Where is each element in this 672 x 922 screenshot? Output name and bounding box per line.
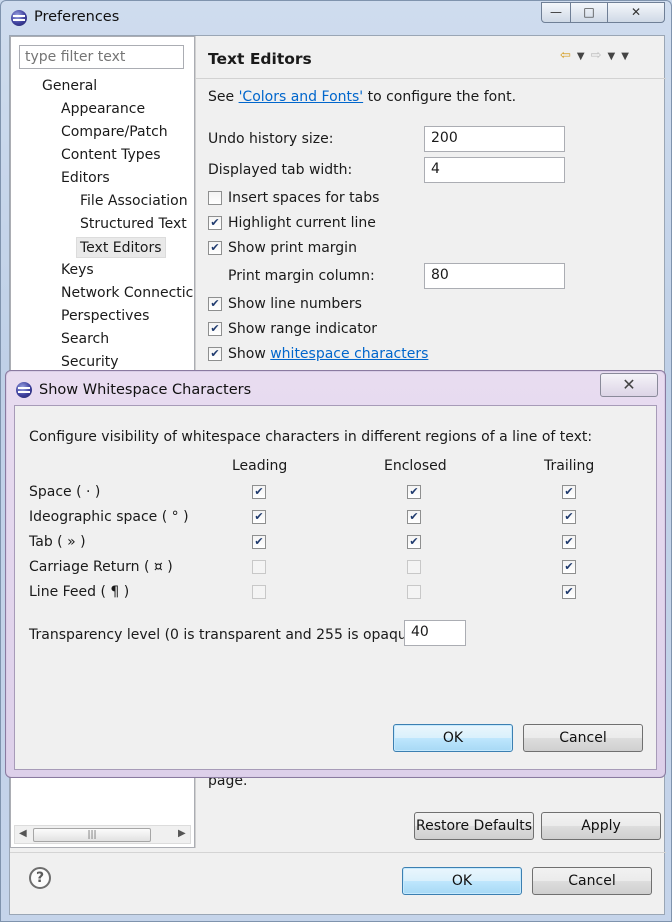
font-hint: See 'Colors and Fonts' to configure the … bbox=[208, 89, 516, 105]
highlight-line-checkbox[interactable]: ✔ bbox=[208, 216, 222, 230]
title-bar[interactable]: Preferences — □ ✕ bbox=[1, 1, 671, 35]
whitespace-characters-link[interactable]: whitespace characters bbox=[270, 346, 428, 362]
view-menu-icon[interactable]: ▼ bbox=[621, 51, 635, 62]
tree-item-search[interactable]: Search bbox=[61, 329, 109, 350]
row-label-ideographic-space: Ideographic space ( ° ) bbox=[29, 509, 189, 525]
space-enclosed-checkbox[interactable]: ✔ bbox=[407, 485, 421, 499]
tree-item-structured-text[interactable]: Structured Text bbox=[80, 214, 187, 235]
tab-trailing-checkbox[interactable]: ✔ bbox=[562, 535, 576, 549]
line-numbers-label: Show line numbers bbox=[228, 296, 362, 312]
tab-enclosed-checkbox[interactable]: ✔ bbox=[407, 535, 421, 549]
undo-history-input[interactable]: 200 bbox=[424, 126, 565, 152]
tree-item-compare-patch[interactable]: Compare/Patch bbox=[61, 122, 168, 143]
forward-arrow-icon[interactable]: ⇨ bbox=[591, 48, 608, 63]
ok-button[interactable]: OK bbox=[402, 867, 522, 895]
tree-item-editors[interactable]: Editors bbox=[61, 168, 110, 189]
insert-spaces-checkbox[interactable] bbox=[208, 191, 222, 205]
space-trailing-checkbox[interactable]: ✔ bbox=[562, 485, 576, 499]
cancel-button[interactable]: Cancel bbox=[532, 867, 652, 895]
print-margin-column-input[interactable]: 80 bbox=[424, 263, 565, 289]
tree-item-text-editors[interactable]: Text Editors bbox=[76, 237, 166, 258]
row-label-tab: Tab ( » ) bbox=[29, 534, 86, 550]
font-hint-prefix: See bbox=[208, 89, 239, 105]
restore-defaults-button[interactable]: Restore Defaults bbox=[414, 812, 534, 840]
footer-separator bbox=[10, 852, 666, 853]
ideographic-enclosed-checkbox[interactable]: ✔ bbox=[407, 510, 421, 524]
row-label-carriage-return: Carriage Return ( ¤ ) bbox=[29, 559, 173, 575]
range-indicator-label: Show range indicator bbox=[228, 321, 378, 337]
close-button[interactable]: ✕ bbox=[607, 2, 665, 23]
apply-button[interactable]: Apply bbox=[541, 812, 661, 840]
cr-trailing-checkbox[interactable]: ✔ bbox=[562, 560, 576, 574]
colors-and-fonts-link[interactable]: 'Colors and Fonts' bbox=[239, 89, 364, 105]
range-indicator-checkbox[interactable]: ✔ bbox=[208, 322, 222, 336]
column-header-trailing: Trailing bbox=[544, 458, 595, 474]
dialog-client: Configure visibility of whitespace chara… bbox=[14, 405, 657, 770]
dialog-close-button[interactable]: ✕ bbox=[600, 373, 658, 397]
dialog-cancel-button[interactable]: Cancel bbox=[523, 724, 643, 752]
insert-spaces-label: Insert spaces for tabs bbox=[228, 190, 380, 206]
scroll-left-icon[interactable]: ◀ bbox=[19, 828, 27, 839]
print-margin-checkbox[interactable]: ✔ bbox=[208, 241, 222, 255]
transparency-label: Transparency level (0 is transparent and… bbox=[29, 627, 426, 643]
back-arrow-icon[interactable]: ⇦ bbox=[560, 48, 577, 63]
ideographic-trailing-checkbox[interactable]: ✔ bbox=[562, 510, 576, 524]
show-whitespace-label: Show whitespace characters bbox=[228, 346, 428, 362]
tree-item-file-association[interactable]: File Association bbox=[80, 191, 188, 212]
dialog-app-icon bbox=[16, 382, 32, 398]
dialog-title: Show Whitespace Characters bbox=[39, 382, 252, 398]
column-header-leading: Leading bbox=[232, 458, 288, 474]
lf-leading-checkbox[interactable] bbox=[252, 585, 266, 599]
lf-trailing-checkbox[interactable]: ✔ bbox=[562, 585, 576, 599]
tree-item-network-connections[interactable]: Network Connectic bbox=[61, 283, 193, 304]
tree-item-perspectives[interactable]: Perspectives bbox=[61, 306, 149, 327]
tree-item-content-types[interactable]: Content Types bbox=[61, 145, 161, 166]
whitespace-dialog: Show Whitespace Characters ✕ Configure v… bbox=[5, 370, 666, 778]
tree-horizontal-scrollbar[interactable]: ◀ ||| ▶ bbox=[14, 825, 191, 844]
scrollbar-thumb[interactable]: ||| bbox=[33, 828, 151, 842]
header-separator bbox=[196, 78, 666, 79]
lf-enclosed-checkbox[interactable] bbox=[407, 585, 421, 599]
tree-item-general[interactable]: General bbox=[42, 76, 97, 97]
column-header-enclosed: Enclosed bbox=[384, 458, 447, 474]
ideographic-leading-checkbox[interactable]: ✔ bbox=[252, 510, 266, 524]
tab-width-input[interactable]: 4 bbox=[424, 157, 565, 183]
eclipse-app-icon bbox=[11, 10, 27, 26]
show-whitespace-checkbox[interactable]: ✔ bbox=[208, 347, 222, 361]
dialog-description: Configure visibility of whitespace chara… bbox=[29, 429, 593, 445]
print-margin-column-label: Print margin column: bbox=[228, 268, 375, 284]
tab-width-label: Displayed tab width: bbox=[208, 162, 353, 178]
row-label-line-feed: Line Feed ( ¶ ) bbox=[29, 584, 130, 600]
undo-history-label: Undo history size: bbox=[208, 131, 334, 147]
print-margin-label: Show print margin bbox=[228, 240, 357, 256]
row-label-space: Space ( · ) bbox=[29, 484, 101, 500]
transparency-input[interactable]: 40 bbox=[404, 620, 466, 646]
cr-leading-checkbox[interactable] bbox=[252, 560, 266, 574]
cr-enclosed-checkbox[interactable] bbox=[407, 560, 421, 574]
window-title: Preferences bbox=[34, 9, 120, 25]
font-hint-suffix: to configure the font. bbox=[363, 89, 517, 105]
help-icon[interactable]: ? bbox=[29, 867, 51, 889]
forward-dropdown-icon[interactable]: ▼ bbox=[608, 51, 622, 62]
tree-item-keys[interactable]: Keys bbox=[61, 260, 94, 281]
filter-input[interactable] bbox=[19, 45, 184, 69]
space-leading-checkbox[interactable]: ✔ bbox=[252, 485, 266, 499]
scroll-right-icon[interactable]: ▶ bbox=[178, 828, 186, 839]
line-numbers-checkbox[interactable]: ✔ bbox=[208, 297, 222, 311]
back-dropdown-icon[interactable]: ▼ bbox=[577, 51, 591, 62]
maximize-button[interactable]: □ bbox=[570, 2, 608, 23]
page-title: Text Editors bbox=[208, 50, 312, 68]
show-whitespace-prefix: Show bbox=[228, 346, 271, 362]
highlight-line-label: Highlight current line bbox=[228, 215, 376, 231]
dialog-ok-button[interactable]: OK bbox=[393, 724, 513, 752]
history-navigation: ⇦▼⇨▼▼ bbox=[560, 48, 635, 63]
minimize-button[interactable]: — bbox=[541, 2, 571, 23]
tree-item-appearance[interactable]: Appearance bbox=[61, 99, 145, 120]
tab-leading-checkbox[interactable]: ✔ bbox=[252, 535, 266, 549]
